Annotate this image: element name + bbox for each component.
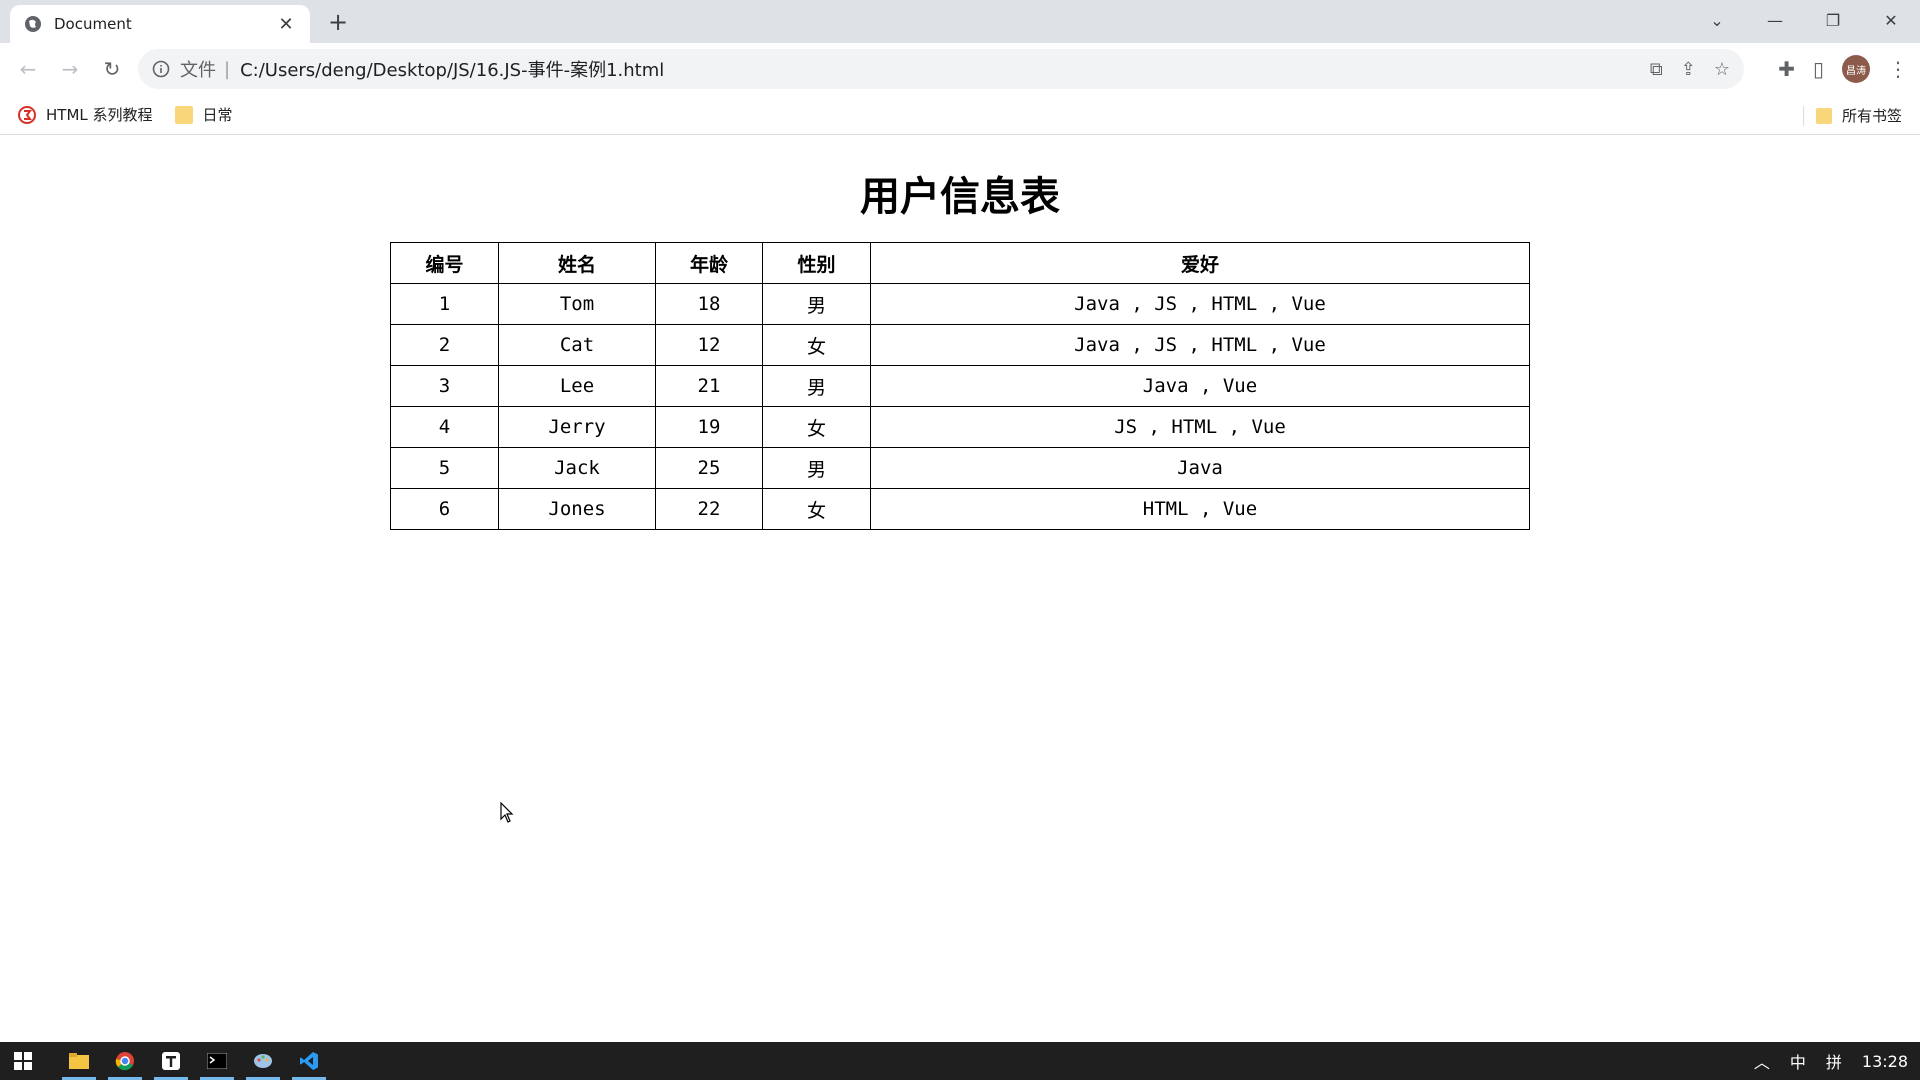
page-title: 用户信息表 [860,174,1060,220]
system-tray: ︿ 中 拼 13:28 [1744,1042,1920,1080]
page-content: 用户信息表 编号 姓名 年龄 性别 爱好 1 Tom 18 男 Java , J… [0,136,1920,1042]
windows-start-icon[interactable] [0,1042,46,1080]
column-header-hobbies: 爱好 [870,242,1530,284]
reload-icon[interactable]: ↻ [92,49,132,89]
url-text[interactable]: C:/Users/deng/Desktop/JS/16.JS-事件-案例1.ht… [240,56,1650,82]
url-divider: | [224,58,231,80]
table-row: 4 Jerry 19 女 JS , HTML , Vue [390,406,1530,448]
folder-icon [1815,107,1832,124]
cell-name: Lee [498,365,656,407]
chrome-icon[interactable] [102,1042,148,1080]
cell-gender: 男 [762,365,871,407]
table-row: 1 Tom 18 男 Java , JS , HTML , Vue [390,283,1530,325]
profile-avatar[interactable]: 昌涛 [1842,55,1870,83]
close-window-icon[interactable]: ✕ [1862,0,1920,40]
minimize-icon[interactable]: — [1746,0,1804,40]
cell-id: 4 [390,406,499,448]
cell-id: 6 [390,488,499,530]
cell-hobbies: JS , HTML , Vue [870,406,1530,448]
cell-gender: 女 [762,406,871,448]
menu-kebab-icon[interactable]: ⋮ [1888,57,1908,81]
cell-age: 25 [655,447,763,489]
cell-id: 1 [390,283,499,325]
terminal-icon[interactable] [194,1042,240,1080]
cell-gender: 女 [762,324,871,366]
mouse-pointer-icon [500,802,514,823]
column-header-gender: 性别 [762,242,871,284]
tab-document[interactable]: Document ✕ [10,5,310,43]
file-explorer-icon[interactable] [56,1042,102,1080]
bookmark-label: 日常 [202,106,233,124]
table-row: 3 Lee 21 男 Java , Vue [390,365,1530,407]
bookmarks-bar: HTML 系列教程 日常 所有书签 [0,95,1920,135]
user-info-table: 编号 姓名 年龄 性别 爱好 1 Tom 18 男 Java , JS , HT… [390,242,1530,530]
share-icon[interactable]: ⇪ [1681,59,1696,80]
system-clock[interactable]: 13:28 [1852,1052,1920,1071]
cell-id: 5 [390,447,499,489]
cell-age: 19 [655,406,763,448]
browser-toolbar: ← → ↻ 文件 | C:/Users/deng/Desktop/JS/16.J… [0,43,1920,95]
cell-hobbies: Java , JS , HTML , Vue [870,283,1530,325]
extensions-icon[interactable]: ✚ [1778,57,1795,81]
table-row: 6 Jones 22 女 HTML , Vue [390,488,1530,530]
ime-mode-indicator[interactable]: 拼 [1816,1049,1852,1073]
column-header-name: 姓名 [498,242,656,284]
all-bookmarks[interactable]: 所有书签 [1802,105,1902,126]
cell-id: 3 [390,365,499,407]
cell-hobbies: HTML , Vue [870,488,1530,530]
tab-search-icon[interactable]: ⌄ [1688,0,1746,40]
new-tab-button[interactable]: + [324,8,352,36]
cell-name: Jones [498,488,656,530]
cell-name: Tom [498,283,656,325]
cell-age: 22 [655,488,763,530]
bookmark-html-tutorial[interactable]: HTML 系列教程 [18,104,153,125]
bookmark-star-icon[interactable]: ☆ [1714,59,1730,80]
tab-title: Document [54,15,132,33]
bookmarks-divider [1802,105,1804,126]
html-logo-icon [18,105,36,124]
typora-icon[interactable] [148,1042,194,1080]
cell-name: Jack [498,447,656,489]
cell-age: 18 [655,283,763,325]
cell-name: Jerry [498,406,656,448]
cell-age: 21 [655,365,763,407]
cell-name: Cat [498,324,656,366]
cell-gender: 男 [762,283,871,325]
tray-expand-icon[interactable]: ︿ [1744,1049,1780,1073]
column-header-id: 编号 [390,242,499,284]
side-panel-icon[interactable]: ▯ [1813,57,1824,81]
info-icon[interactable] [152,60,170,78]
cell-id: 2 [390,324,499,366]
toolbar-right-icons: ✚ ▯ 昌涛 ⋮ [1778,49,1908,89]
all-bookmarks-label: 所有书签 [1841,107,1902,125]
tab-strip: Document ✕ + ⌄ — ❐ ✕ [0,0,1920,43]
table-header-row: 编号 姓名 年龄 性别 爱好 [390,242,1530,284]
ime-language-indicator[interactable]: 中 [1780,1049,1816,1073]
bookmark-label: HTML 系列教程 [46,106,153,124]
cell-gender: 男 [762,447,871,489]
translate-icon[interactable]: ⧉ [1650,59,1663,80]
cell-hobbies: Java , JS , HTML , Vue [870,324,1530,366]
globe-icon [25,16,41,32]
back-arrow-icon[interactable]: ← [8,49,48,89]
cell-hobbies: Java , Vue [870,365,1530,407]
url-scheme-label: 文件 [180,60,216,81]
window-controls: ⌄ — ❐ ✕ [1688,0,1920,40]
omnibox-actions: ⧉ ⇪ ☆ [1650,59,1730,80]
tab-close-icon[interactable]: ✕ [276,14,296,35]
paint-app-icon[interactable] [240,1042,286,1080]
address-bar[interactable]: 文件 | C:/Users/deng/Desktop/JS/16.JS-事件-案… [138,49,1744,89]
folder-icon [174,105,193,124]
cell-gender: 女 [762,488,871,530]
bookmark-daily-folder[interactable]: 日常 [174,104,233,125]
cell-age: 12 [655,324,763,366]
cell-hobbies: Java [870,447,1530,489]
vscode-icon[interactable] [286,1042,332,1080]
column-header-age: 年龄 [655,242,763,284]
forward-arrow-icon[interactable]: → [50,49,90,89]
restore-icon[interactable]: ❐ [1804,0,1862,40]
table-row: 2 Cat 12 女 Java , JS , HTML , Vue [390,324,1530,366]
windows-taskbar: ︿ 中 拼 13:28 [0,1042,1920,1080]
table-row: 5 Jack 25 男 Java [390,447,1530,489]
